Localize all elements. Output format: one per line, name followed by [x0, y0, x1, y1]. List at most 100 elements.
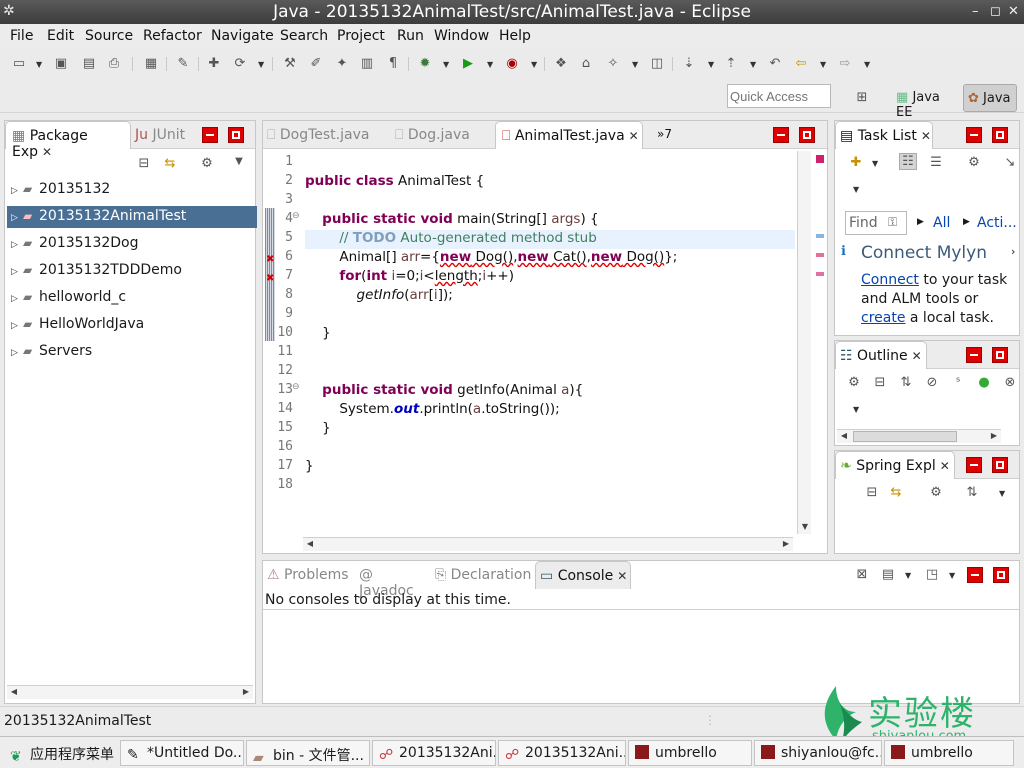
- expand-arrow-icon[interactable]: ▷: [11, 186, 23, 196]
- overview-error-marker[interactable]: [816, 253, 824, 257]
- run-icon[interactable]: ▶: [459, 55, 477, 73]
- tab-spring-explorer[interactable]: ❧ Spring Expl ✕: [835, 451, 955, 479]
- maximize-panel-button[interactable]: [992, 347, 1008, 363]
- expand-arrow-icon[interactable]: ▷: [11, 240, 23, 250]
- scroll-left-icon[interactable]: ◀: [837, 431, 851, 440]
- filter-all-link[interactable]: All: [933, 215, 950, 231]
- minimize-window-button[interactable]: –: [972, 4, 979, 19]
- tree-item[interactable]: ▷ ▰ Servers: [7, 341, 257, 363]
- fold-icon[interactable]: ⊖: [292, 382, 300, 392]
- tab-console[interactable]: ▭ Console ✕: [535, 561, 631, 589]
- hide-local-icon[interactable]: ⊗: [1001, 375, 1019, 390]
- connect-link[interactable]: Connect: [861, 272, 919, 288]
- open-perspective-icon[interactable]: ⊞: [853, 89, 871, 107]
- expand-arrow-icon[interactable]: ▷: [11, 348, 23, 358]
- tab-junit[interactable]: Ju JUnit: [135, 121, 205, 149]
- scroll-left-icon[interactable]: ◀: [7, 687, 21, 696]
- link-editor-icon[interactable]: ⇆: [161, 156, 179, 171]
- refresh-icon[interactable]: ⟳: [231, 55, 249, 73]
- open-type-icon[interactable]: ❖: [552, 55, 570, 73]
- scheduled-icon[interactable]: ☰: [927, 155, 945, 170]
- sort-icon[interactable]: ⇅: [897, 375, 915, 390]
- save-icon[interactable]: ▣: [52, 55, 70, 73]
- scroll-down-icon[interactable]: ▼: [798, 522, 812, 531]
- maximize-panel-button[interactable]: [228, 127, 244, 143]
- debug-icon[interactable]: ✹: [416, 55, 434, 73]
- view-menu-icon[interactable]: ▼: [999, 489, 1005, 498]
- run-external-icon[interactable]: ◉: [503, 55, 521, 73]
- print-icon[interactable]: ⎙: [105, 55, 123, 73]
- close-mylyn-icon[interactable]: ›: [1011, 245, 1015, 258]
- tab-package-explorer[interactable]: ▦ Package Exp ✕: [5, 121, 131, 160]
- view-menu-icon[interactable]: ▼: [853, 185, 859, 194]
- sync-icon[interactable]: ↘: [1001, 155, 1019, 170]
- create-link[interactable]: create: [861, 310, 905, 326]
- minimize-panel-button[interactable]: [966, 127, 982, 143]
- close-window-button[interactable]: ✕: [1008, 4, 1019, 19]
- tree-item[interactable]: ▷ ▰ helloworld_c: [7, 287, 257, 309]
- forward-icon[interactable]: ⇨: [836, 55, 854, 73]
- new-icon[interactable]: ▭: [10, 55, 28, 73]
- more-tabs-button[interactable]: »7: [657, 121, 681, 149]
- expand-arrow-icon[interactable]: ▷: [11, 213, 23, 223]
- run-dropdown-icon[interactable]: ▼: [487, 60, 493, 69]
- back-dropdown-icon[interactable]: ▼: [820, 60, 826, 69]
- focus-icon[interactable]: ⚙: [845, 375, 863, 390]
- menu-source[interactable]: Source: [85, 28, 133, 44]
- hide-static-icon[interactable]: ˢ: [949, 375, 967, 390]
- taskbar-item[interactable]: ☍ 20135132Ani...: [372, 740, 496, 766]
- mark-icon[interactable]: ✦: [333, 55, 351, 73]
- horizontal-scrollbar[interactable]: ◀ ▶: [303, 537, 793, 551]
- collapse-all-icon[interactable]: ⊟: [135, 156, 153, 171]
- menu-edit[interactable]: Edit: [47, 28, 74, 44]
- minimize-panel-button[interactable]: [202, 127, 218, 143]
- tab-animaltest-java[interactable]: ⎕ AnimalTest.java ✕: [495, 121, 643, 149]
- scroll-right-icon[interactable]: ▶: [239, 687, 253, 696]
- filter-icon[interactable]: ⚙: [927, 485, 945, 500]
- menu-project[interactable]: Project: [337, 28, 385, 44]
- tree-item[interactable]: ▷ ▰ HelloWorldJava: [7, 314, 257, 336]
- collapse-all-icon[interactable]: ⊟: [871, 375, 889, 390]
- link-editor-icon[interactable]: ⇆: [887, 485, 905, 500]
- view-menu-icon[interactable]: ▼: [853, 405, 859, 414]
- new-task-icon[interactable]: ✚: [847, 155, 865, 170]
- open-folder-icon[interactable]: ⌂: [577, 55, 595, 73]
- quick-access-input[interactable]: [727, 84, 831, 108]
- prev-annotation-dropdown-icon[interactable]: ▼: [750, 60, 756, 69]
- tab-javadoc[interactable]: @ Javadoc: [359, 561, 431, 599]
- pin-icon[interactable]: ✎: [174, 55, 192, 73]
- fold-icon[interactable]: ⊖: [292, 211, 300, 221]
- maximize-panel-button[interactable]: [992, 127, 1008, 143]
- toggle-block-icon[interactable]: ▥: [358, 55, 376, 73]
- tab-task-list[interactable]: ▤ Task List ✕: [835, 121, 933, 149]
- next-annotation-dropdown-icon[interactable]: ▼: [708, 60, 714, 69]
- close-tab-icon[interactable]: ✕: [617, 569, 627, 583]
- perspective-java-ee[interactable]: ▦ Java EE: [892, 84, 960, 120]
- filter-icon[interactable]: ⚙: [198, 156, 216, 171]
- menu-help[interactable]: Help: [499, 28, 531, 44]
- pen-icon[interactable]: ✐: [307, 55, 325, 73]
- menu-run[interactable]: Run: [397, 28, 424, 44]
- taskbar-item[interactable]: ☍ 20135132Ani...: [498, 740, 626, 766]
- taskbar-item[interactable]: umbrello: [884, 740, 1014, 766]
- focus-icon[interactable]: ⚙: [965, 155, 983, 170]
- task-find-input[interactable]: Find ⚿: [845, 211, 907, 235]
- tab-dogtest-java[interactable]: ⎕ DogTest.java: [267, 121, 385, 149]
- hide-fields-icon[interactable]: ⊘: [923, 375, 941, 390]
- new-task-dropdown-icon[interactable]: ▼: [872, 159, 878, 168]
- maximize-window-button[interactable]: ◻: [990, 4, 1001, 19]
- collapse-all-icon[interactable]: ⊟: [863, 485, 881, 500]
- package-icon[interactable]: ✚: [205, 55, 223, 73]
- menu-file[interactable]: File: [10, 28, 33, 44]
- close-tab-icon[interactable]: ✕: [912, 349, 922, 363]
- last-edit-icon[interactable]: ↶: [766, 55, 784, 73]
- taskbar-item[interactable]: ▰ bin - 文件管...: [246, 740, 370, 766]
- next-annotation-icon[interactable]: ⇣: [680, 55, 698, 73]
- code-area[interactable]: public class AnimalTest { public static …: [305, 154, 795, 496]
- overview-error-marker[interactable]: [816, 272, 824, 276]
- save-all-icon[interactable]: ▤: [80, 55, 98, 73]
- external-dropdown-icon[interactable]: ▼: [531, 60, 537, 69]
- maximize-editor-button[interactable]: [799, 127, 815, 143]
- paragraph-icon[interactable]: ¶: [384, 55, 402, 73]
- taskbar-item[interactable]: umbrello: [628, 740, 752, 766]
